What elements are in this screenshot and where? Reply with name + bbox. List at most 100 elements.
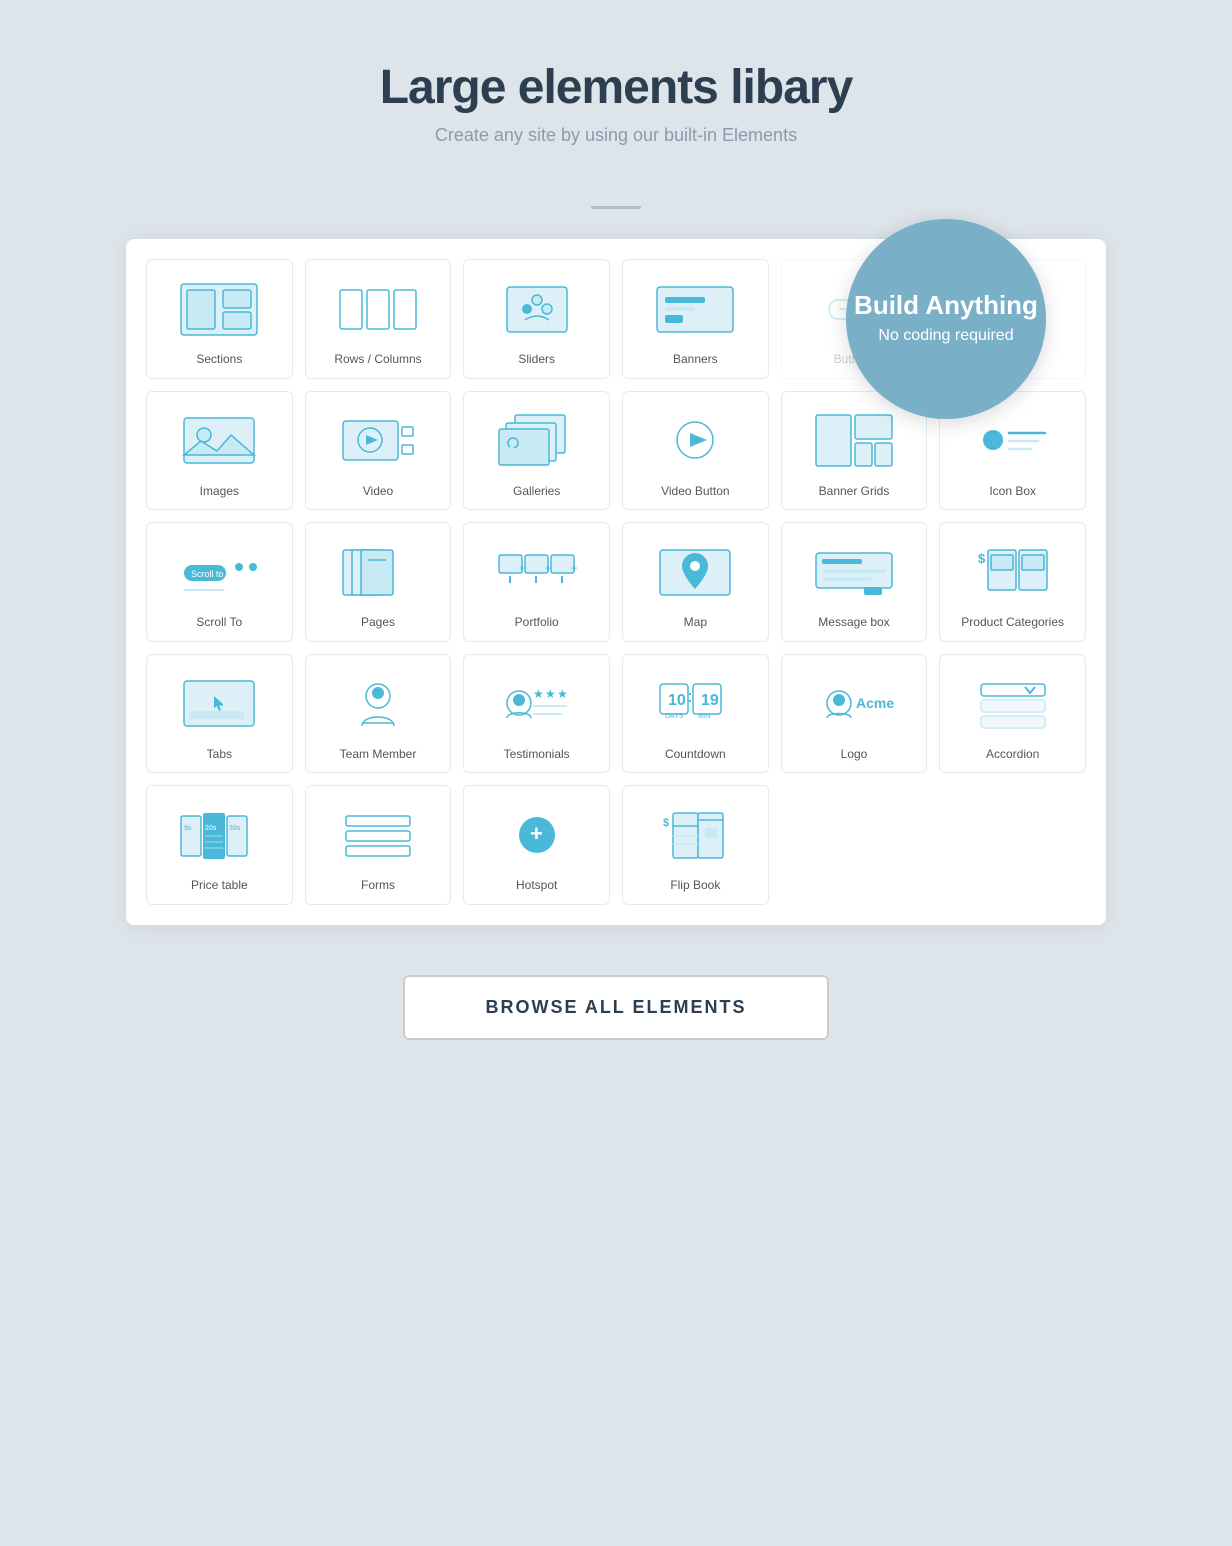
svg-text:$: $ bbox=[978, 551, 986, 566]
forms-icon bbox=[316, 800, 441, 870]
page-header: Large elements libary Create any site by… bbox=[380, 60, 853, 146]
svg-text:20s: 20s bbox=[205, 825, 217, 832]
product-categories-label: Product Categories bbox=[961, 615, 1064, 631]
video-button-icon bbox=[633, 406, 758, 476]
scroll-to-icon: Scroll to bbox=[157, 537, 282, 607]
build-anything-bubble: Build Anything No coding required bbox=[846, 219, 1046, 419]
element-card-portfolio[interactable]: + + + Portfolio bbox=[463, 522, 610, 642]
forms-label: Forms bbox=[361, 878, 395, 894]
svg-text:+: + bbox=[530, 821, 543, 846]
element-card-scroll-to[interactable]: Scroll to Scroll To bbox=[146, 522, 293, 642]
svg-text:9s: 9s bbox=[184, 825, 192, 832]
logo-icon: Acme bbox=[792, 669, 917, 739]
element-card-price-table[interactable]: 9s 20s 39s Price table bbox=[146, 785, 293, 905]
svg-text:+: + bbox=[519, 561, 526, 575]
header-divider bbox=[591, 206, 641, 209]
accordion-icon bbox=[950, 669, 1075, 739]
element-card-countdown[interactable]: 10 DAYS 19 MIN Countdown bbox=[622, 654, 769, 774]
element-card-sliders[interactable]: Sliders bbox=[463, 259, 610, 379]
flip-book-icon: $ bbox=[633, 800, 758, 870]
sliders-icon bbox=[474, 274, 599, 344]
video-label: Video bbox=[363, 484, 393, 500]
testimonials-label: Testimonials bbox=[504, 747, 570, 763]
bubble-title: Build Anything bbox=[854, 291, 1038, 320]
svg-text:Scroll to: Scroll to bbox=[191, 569, 224, 579]
testimonials-icon: ★ ★ ★ bbox=[474, 669, 599, 739]
svg-text:10: 10 bbox=[668, 692, 686, 709]
element-card-testimonials[interactable]: ★ ★ ★ Testimonials bbox=[463, 654, 610, 774]
element-card-tabs[interactable]: Tabs bbox=[146, 654, 293, 774]
element-card-video[interactable]: Video bbox=[305, 391, 452, 511]
sections-label: Sections bbox=[196, 352, 242, 368]
video-button-label: Video Button bbox=[661, 484, 730, 500]
element-card-product-categories[interactable]: $ Product Categories bbox=[939, 522, 1086, 642]
svg-text:★: ★ bbox=[533, 687, 544, 701]
portfolio-icon: + + + bbox=[474, 537, 599, 607]
element-card-sections[interactable]: Sections bbox=[146, 259, 293, 379]
sections-icon bbox=[157, 274, 282, 344]
map-icon bbox=[633, 537, 758, 607]
banners-icon bbox=[633, 274, 758, 344]
product-categories-icon: $ bbox=[950, 537, 1075, 607]
map-label: Map bbox=[684, 615, 707, 631]
element-card-message-box[interactable]: Message box bbox=[781, 522, 928, 642]
library-container: Build Anything No coding required Sectio… bbox=[126, 239, 1106, 925]
svg-text:★: ★ bbox=[557, 687, 568, 701]
svg-text:MIN: MIN bbox=[698, 713, 711, 720]
portfolio-label: Portfolio bbox=[515, 615, 559, 631]
element-card-forms[interactable]: Forms bbox=[305, 785, 452, 905]
element-card-banners[interactable]: Banners bbox=[622, 259, 769, 379]
icon-box-label: Icon Box bbox=[989, 484, 1036, 500]
element-card-team-member[interactable]: Team Member bbox=[305, 654, 452, 774]
video-icon bbox=[316, 406, 441, 476]
svg-text:★: ★ bbox=[545, 687, 556, 701]
pages-label: Pages bbox=[361, 615, 395, 631]
element-card-hotspot[interactable]: + Hotspot bbox=[463, 785, 610, 905]
price-table-icon: 9s 20s 39s bbox=[157, 800, 282, 870]
svg-text:39s: 39s bbox=[229, 825, 241, 832]
element-card-accordion[interactable]: Accordion bbox=[939, 654, 1086, 774]
rows-columns-icon bbox=[316, 274, 441, 344]
scroll-to-label: Scroll To bbox=[196, 615, 242, 631]
svg-text:+: + bbox=[545, 561, 552, 575]
message-box-label: Message box bbox=[818, 615, 889, 631]
page-subtitle: Create any site by using our built-in El… bbox=[380, 125, 853, 146]
hotspot-icon: + bbox=[474, 800, 599, 870]
element-card-logo[interactable]: Acme Logo bbox=[781, 654, 928, 774]
element-card-map[interactable]: Map bbox=[622, 522, 769, 642]
browse-btn-wrap: BROWSE ALL ELEMENTS bbox=[126, 975, 1106, 1040]
svg-text:Acme: Acme bbox=[856, 695, 894, 711]
sliders-label: Sliders bbox=[518, 352, 555, 368]
rows-columns-label: Rows / Columns bbox=[334, 352, 421, 368]
svg-text:+: + bbox=[571, 561, 577, 575]
browse-all-elements-button[interactable]: BROWSE ALL ELEMENTS bbox=[403, 975, 828, 1040]
page-title: Large elements libary bbox=[380, 60, 853, 115]
team-member-icon bbox=[316, 669, 441, 739]
tabs-icon bbox=[157, 669, 282, 739]
element-card-pages[interactable]: Pages bbox=[305, 522, 452, 642]
tabs-label: Tabs bbox=[207, 747, 232, 763]
svg-text:$: $ bbox=[663, 817, 669, 829]
element-card-images[interactable]: Images bbox=[146, 391, 293, 511]
bubble-subtitle: No coding required bbox=[878, 326, 1013, 347]
pages-icon bbox=[316, 537, 441, 607]
element-card-video-button[interactable]: Video Button bbox=[622, 391, 769, 511]
element-card-flip-book[interactable]: $ Flip Book bbox=[622, 785, 769, 905]
element-card-galleries[interactable]: Galleries bbox=[463, 391, 610, 511]
banner-grids-icon bbox=[792, 406, 917, 476]
team-member-label: Team Member bbox=[340, 747, 417, 763]
price-table-label: Price table bbox=[191, 878, 248, 894]
hotspot-label: Hotspot bbox=[516, 878, 557, 894]
galleries-label: Galleries bbox=[513, 484, 560, 500]
countdown-icon: 10 DAYS 19 MIN bbox=[633, 669, 758, 739]
accordion-label: Accordion bbox=[986, 747, 1039, 763]
flip-book-label: Flip Book bbox=[670, 878, 720, 894]
countdown-label: Countdown bbox=[665, 747, 726, 763]
logo-label: Logo bbox=[841, 747, 868, 763]
banner-grids-label: Banner Grids bbox=[819, 484, 890, 500]
element-card-rows-columns[interactable]: Rows / Columns bbox=[305, 259, 452, 379]
svg-text:DAYS: DAYS bbox=[665, 713, 684, 720]
svg-text:19: 19 bbox=[701, 692, 719, 709]
message-box-icon bbox=[792, 537, 917, 607]
galleries-icon bbox=[474, 406, 599, 476]
